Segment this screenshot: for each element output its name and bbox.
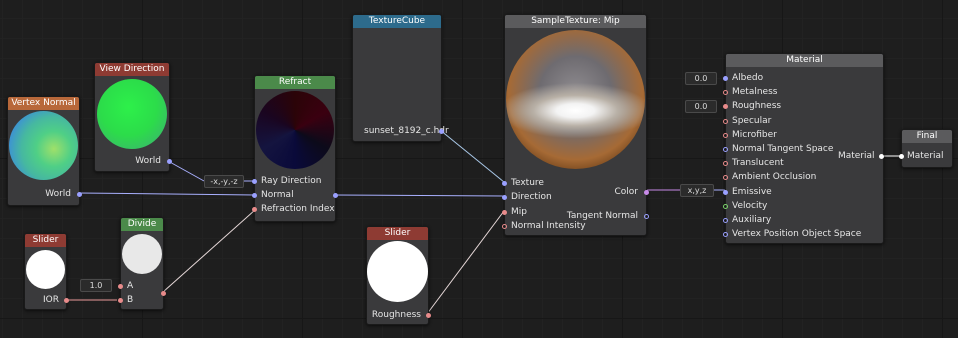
- wire-refract-to-direction: [333, 194, 505, 197]
- material-input-label: Albedo: [732, 73, 764, 83]
- ray-direction-input-port[interactable]: [252, 179, 257, 184]
- mip-input-label: Mip: [511, 207, 527, 217]
- node-title: View Direction: [95, 63, 169, 76]
- swizzle-xyz-field[interactable]: x,y,z: [680, 184, 714, 197]
- material-input-label: Metalness: [732, 87, 778, 98]
- refraction-index-input-port[interactable]: [252, 207, 257, 212]
- material-output-port[interactable]: [879, 154, 884, 159]
- final-material-input-port[interactable]: [899, 154, 904, 159]
- direction-input-port[interactable]: [502, 195, 507, 200]
- material-input-label: Ambient Occlusion: [732, 172, 817, 183]
- tangent-normal-output-port[interactable]: [644, 214, 649, 219]
- material-input-label: Vertex Position Object Space: [732, 229, 862, 240]
- roughness-value-field[interactable]: 0.0: [685, 100, 717, 113]
- normal-input-port[interactable]: [252, 193, 257, 198]
- divide-a-input-port[interactable]: [118, 284, 123, 289]
- texture-input-port[interactable]: [502, 181, 507, 186]
- node-title: Slider: [25, 234, 66, 247]
- wire-viewdir-to-swizzle: [167, 160, 205, 182]
- slider-roughness-node[interactable]: Slider Roughness: [366, 226, 431, 325]
- material-input-label: Roughness: [732, 101, 782, 112]
- texture-cube-asset-label[interactable]: sunset_8192_c.hdr: [364, 126, 449, 137]
- color-output-port[interactable]: [644, 190, 649, 195]
- wire-vertexnormal-to-normal: [78, 192, 256, 196]
- node-title: Divide: [121, 218, 163, 231]
- divide-b-input-port[interactable]: [118, 298, 123, 303]
- material-input-label: Emissive: [732, 186, 772, 197]
- swizzle-neg-xyz-field[interactable]: -x,-y,-z: [204, 175, 244, 188]
- material-input-port[interactable]: [723, 76, 728, 81]
- tangent-normal-output-label: Tangent Normal: [566, 211, 638, 221]
- normal-intensity-input-label: Normal Intensity: [511, 221, 586, 231]
- divide-preview: [122, 234, 162, 274]
- slider-ior-preview: [26, 250, 65, 289]
- vertex-normal-world-output-label: World: [45, 189, 71, 199]
- refraction-index-input-label: Refraction Index: [261, 204, 335, 214]
- material-input-label: Specular: [732, 115, 772, 126]
- view-direction-preview: [97, 79, 167, 149]
- divide-output-port[interactable]: [161, 291, 166, 296]
- view-direction-node[interactable]: View Direction World: [94, 62, 172, 172]
- normal-input-label: Normal: [261, 190, 294, 200]
- material-input-port[interactable]: [723, 203, 728, 209]
- slider-roughness-output-label: Roughness: [371, 310, 421, 320]
- material-input-label: Velocity: [732, 200, 768, 211]
- view-direction-world-output-label: World: [135, 156, 161, 166]
- node-title: TextureCube: [353, 15, 441, 28]
- vertex-normal-output-port[interactable]: [77, 192, 82, 197]
- material-input-label: Translucent: [732, 158, 784, 169]
- refract-node[interactable]: Refract Ray Direction Normal Refraction …: [252, 75, 338, 222]
- slider-roughness-output-port[interactable]: [426, 313, 431, 318]
- node-title: Material: [726, 54, 883, 67]
- material-input-port[interactable]: [723, 218, 728, 223]
- texture-cube-output-port[interactable]: [439, 129, 444, 134]
- material-input-port[interactable]: [723, 189, 728, 195]
- texture-cube-node[interactable]: TextureCube sunset_8192_c.hdr: [352, 14, 449, 142]
- color-output-label: Color: [614, 187, 639, 197]
- slider-ior-output-label: IOR: [43, 295, 59, 305]
- divide-a-value-field[interactable]: 1.0: [80, 279, 112, 292]
- material-output-label: Material: [838, 151, 875, 161]
- divide-b-input-label: B: [127, 295, 134, 305]
- node-title: Slider: [367, 227, 428, 240]
- refract-preview: [256, 91, 334, 169]
- wire-texturecube-to-texture: [439, 129, 505, 183]
- slider-ior-node[interactable]: Slider IOR: [24, 233, 69, 310]
- wire-roughness-to-mip: [426, 210, 505, 315]
- slider-roughness-preview: [367, 241, 428, 302]
- node-title: SampleTexture: Mip: [505, 15, 646, 28]
- material-input-port[interactable]: [723, 147, 728, 152]
- node-title: Final: [902, 130, 952, 143]
- texture-input-label: Texture: [511, 178, 544, 188]
- vertex-normal-node[interactable]: Vertex Normal World: [7, 96, 82, 206]
- view-direction-output-port[interactable]: [167, 159, 172, 164]
- material-input-port[interactable]: [723, 118, 728, 124]
- final-material-input-label: Material: [907, 151, 944, 161]
- mip-input-port[interactable]: [502, 210, 507, 215]
- sample-texture-mip-node[interactable]: SampleTexture: Mip Texture Direction Mip…: [502, 14, 649, 236]
- slider-ior-output-port[interactable]: [64, 298, 69, 303]
- divide-node[interactable]: Divide A B: [118, 217, 166, 310]
- material-input-label: Normal Tangent Space: [732, 144, 834, 154]
- node-title: Vertex Normal: [8, 97, 79, 110]
- direction-input-label: Direction: [511, 192, 552, 202]
- ray-direction-input-label: Ray Direction: [261, 176, 322, 186]
- vertex-normal-preview: [9, 111, 78, 180]
- material-input-port[interactable]: [723, 132, 728, 138]
- refract-output-port[interactable]: [333, 193, 338, 198]
- sample-texture-preview: [506, 30, 645, 169]
- albedo-value-field[interactable]: 0.0: [685, 72, 717, 85]
- final-node[interactable]: Final Material: [899, 129, 953, 168]
- divide-a-input-label: A: [127, 281, 134, 291]
- normal-intensity-input-port[interactable]: [502, 224, 507, 229]
- node-title: Refract: [255, 76, 335, 89]
- material-input-label: Microfiber: [732, 129, 777, 140]
- wire-divide-to-refractionindex: [162, 209, 256, 293]
- material-input-label: Auxiliary: [732, 215, 772, 225]
